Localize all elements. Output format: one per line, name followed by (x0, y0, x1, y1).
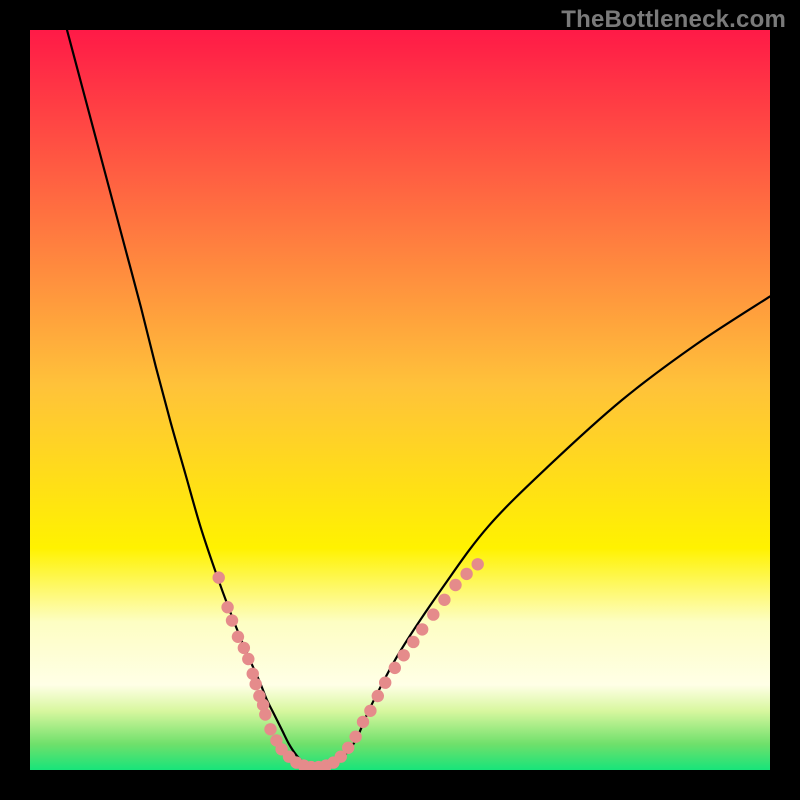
data-point (259, 708, 271, 720)
chart-svg (30, 30, 770, 770)
plot-area (30, 30, 770, 770)
data-point (221, 601, 233, 613)
data-point (264, 723, 276, 735)
data-point (438, 594, 450, 606)
data-point (342, 742, 354, 754)
data-point (460, 568, 472, 580)
data-point (357, 716, 369, 728)
data-point (427, 608, 439, 620)
data-point (389, 662, 401, 674)
data-point (364, 705, 376, 717)
data-point (449, 579, 461, 591)
data-point (407, 636, 419, 648)
data-point (238, 642, 250, 654)
data-point (213, 571, 225, 583)
data-point (398, 649, 410, 661)
data-point (226, 614, 238, 626)
data-point (416, 623, 428, 635)
data-point (472, 558, 484, 570)
data-point (379, 676, 391, 688)
chart-frame: TheBottleneck.com (0, 0, 800, 800)
data-point (349, 731, 361, 743)
data-point (232, 631, 244, 643)
data-point (242, 653, 254, 665)
data-point (250, 678, 262, 690)
data-point (372, 690, 384, 702)
